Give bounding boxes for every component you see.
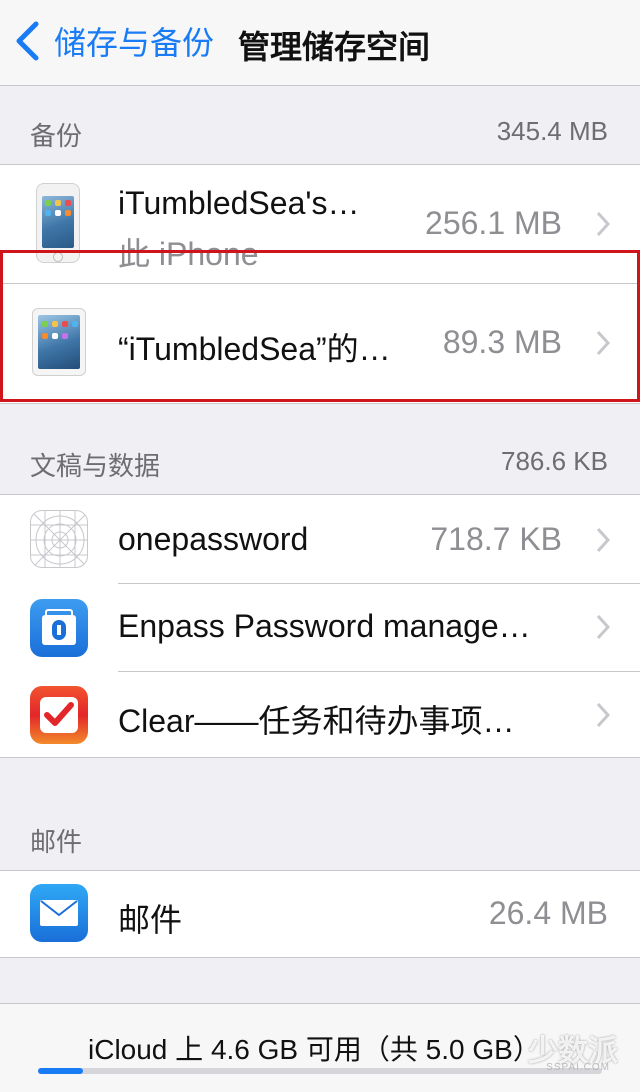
storage-progress-bar — [38, 1068, 602, 1074]
list-item-clear[interactable]: Clear——任务和待办事项… — [0, 672, 640, 758]
section-title: 备份 — [30, 121, 83, 151]
storage-progress-fill — [38, 1068, 84, 1074]
app-name: Enpass Password manage… — [118, 608, 531, 644]
app-size: 26.4 MB — [488, 895, 608, 931]
list-item-enpass[interactable]: Enpass Password manage… — [0, 584, 640, 671]
section-header-mail: 邮件 — [0, 822, 640, 857]
app-name: onepassword — [118, 521, 309, 557]
section-total: 345.4 MB — [496, 116, 608, 146]
documents-list: onepassword 718.7 KB Enpass Password man… — [0, 494, 640, 758]
highlight-box — [0, 250, 640, 402]
chevron-right-icon — [596, 527, 610, 553]
app-name: Clear——任务和待办事项… — [118, 703, 515, 739]
app-name: 邮件 — [118, 902, 183, 938]
chevron-right-icon — [596, 614, 610, 640]
section-header-backup: 备份 345.4 MB — [0, 116, 640, 151]
back-button[interactable]: 储存与备份 — [14, 18, 214, 64]
chevron-left-icon — [16, 21, 39, 61]
app-size: 718.7 KB — [430, 521, 562, 557]
storage-available-text: iCloud 上 4.6 GB 可用（共 5.0 GB） — [88, 1034, 541, 1065]
chevron-right-icon — [596, 211, 610, 237]
backup-size: 256.1 MB — [425, 205, 562, 241]
navigation-bar: 储存与备份 管理储存空间 — [0, 0, 640, 86]
page-title: 管理储存空间 — [238, 29, 431, 65]
watermark-subtext: SSPAI.COM — [546, 1062, 610, 1073]
clear-app-icon — [30, 686, 88, 744]
mail-list: 邮件 26.4 MB — [0, 870, 640, 958]
list-item-mail[interactable]: 邮件 26.4 MB — [0, 871, 640, 957]
section-title: 邮件 — [30, 827, 83, 857]
back-label: 储存与备份 — [54, 25, 215, 61]
storage-footer: iCloud 上 4.6 GB 可用（共 5.0 GB） 少数派 SSPAI.C… — [0, 1003, 640, 1092]
chevron-right-icon — [596, 702, 610, 728]
enpass-app-icon — [30, 599, 88, 657]
placeholder-app-icon — [30, 510, 88, 568]
backup-device-name: iTumbledSea's… — [118, 185, 360, 221]
section-header-documents: 文稿与数据 786.6 KB — [0, 446, 640, 481]
mail-app-icon — [30, 884, 88, 942]
list-item-onepassword[interactable]: onepassword 718.7 KB — [0, 495, 640, 583]
section-title: 文稿与数据 — [30, 451, 161, 481]
section-total: 786.6 KB — [501, 446, 608, 476]
